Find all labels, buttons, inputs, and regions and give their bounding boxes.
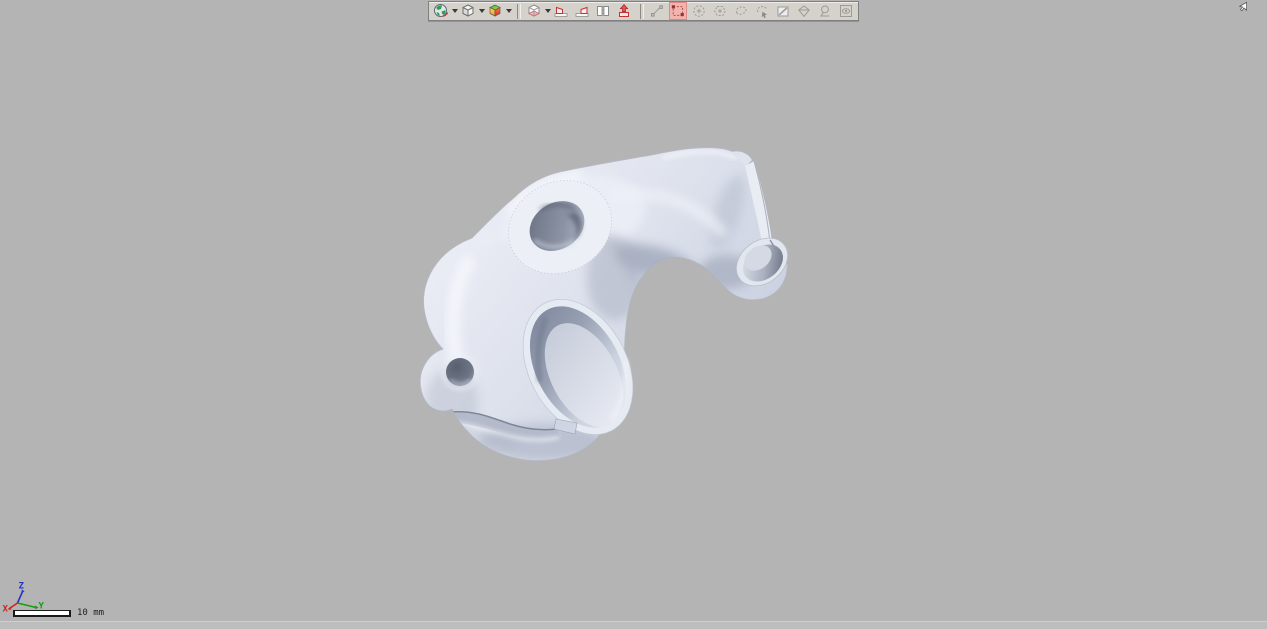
z-axis-label: Z bbox=[19, 582, 25, 592]
named-views-globe-button[interactable] bbox=[433, 3, 449, 19]
section-left-icon bbox=[553, 3, 569, 19]
mouse-cursor bbox=[1235, 1, 1249, 14]
extract-pull-button[interactable] bbox=[616, 3, 632, 19]
line-select-button[interactable] bbox=[649, 3, 665, 19]
line-select-icon bbox=[649, 3, 665, 19]
visibility-eye-button[interactable] bbox=[838, 3, 854, 19]
loop-select-button[interactable] bbox=[817, 3, 833, 19]
rectangle-select-icon bbox=[670, 3, 686, 19]
brush-edit-button[interactable] bbox=[775, 3, 791, 19]
freehand-select-button[interactable] bbox=[733, 3, 749, 19]
scale-bar-rule bbox=[13, 610, 71, 617]
viewport-bottom-strip bbox=[0, 621, 1267, 629]
shaded-view-button[interactable] bbox=[460, 3, 476, 19]
view-toolbar bbox=[428, 1, 859, 21]
eye-icon bbox=[838, 3, 854, 19]
polygon-select-button[interactable] bbox=[712, 3, 728, 19]
transparent-cube-icon bbox=[526, 3, 542, 19]
toolbar-separator bbox=[517, 4, 521, 19]
loop-select-icon bbox=[817, 3, 833, 19]
named-views-flyout-arrow[interactable] bbox=[451, 3, 458, 19]
shaded-view-flyout-arrow[interactable] bbox=[478, 3, 485, 19]
polygon-select-icon bbox=[712, 3, 728, 19]
transparency-view-button[interactable] bbox=[526, 3, 542, 19]
brush-edit-icon bbox=[775, 3, 791, 19]
rendered-view-button[interactable] bbox=[487, 3, 503, 19]
lasso-pick-button[interactable] bbox=[754, 3, 770, 19]
rendered-cube-icon bbox=[487, 3, 503, 19]
pull-arrow-icon bbox=[616, 3, 632, 19]
section-right-icon bbox=[574, 3, 590, 19]
scale-bar: 10 mm bbox=[13, 608, 104, 618]
circle-select-button[interactable] bbox=[691, 3, 707, 19]
circle-select-icon bbox=[691, 3, 707, 19]
globe-icon bbox=[433, 3, 449, 19]
transparency-view-flyout-arrow[interactable] bbox=[544, 3, 551, 19]
rectangle-select-button[interactable] bbox=[670, 3, 686, 19]
toolbar-separator bbox=[640, 4, 644, 19]
x-axis-label: X bbox=[3, 605, 9, 615]
lasso-cursor-icon bbox=[754, 3, 770, 19]
diamond-select-icon bbox=[796, 3, 812, 19]
section-view-left-button[interactable] bbox=[553, 3, 569, 19]
cad-viewport[interactable]: Z X Y 10 mm bbox=[0, 0, 1267, 629]
diamond-select-button[interactable] bbox=[796, 3, 812, 19]
model-canvas bbox=[0, 0, 1267, 629]
clamp-bracket-part[interactable] bbox=[420, 148, 797, 461]
section-view-right-button[interactable] bbox=[574, 3, 590, 19]
freehand-select-icon bbox=[733, 3, 749, 19]
split-view-button[interactable] bbox=[595, 3, 611, 19]
scale-bar-label: 10 mm bbox=[77, 608, 104, 618]
left-tab-hole[interactable] bbox=[443, 355, 477, 389]
rendered-view-flyout-arrow[interactable] bbox=[505, 3, 512, 19]
shaded-cube-icon bbox=[460, 3, 476, 19]
split-panels-icon bbox=[595, 3, 611, 19]
